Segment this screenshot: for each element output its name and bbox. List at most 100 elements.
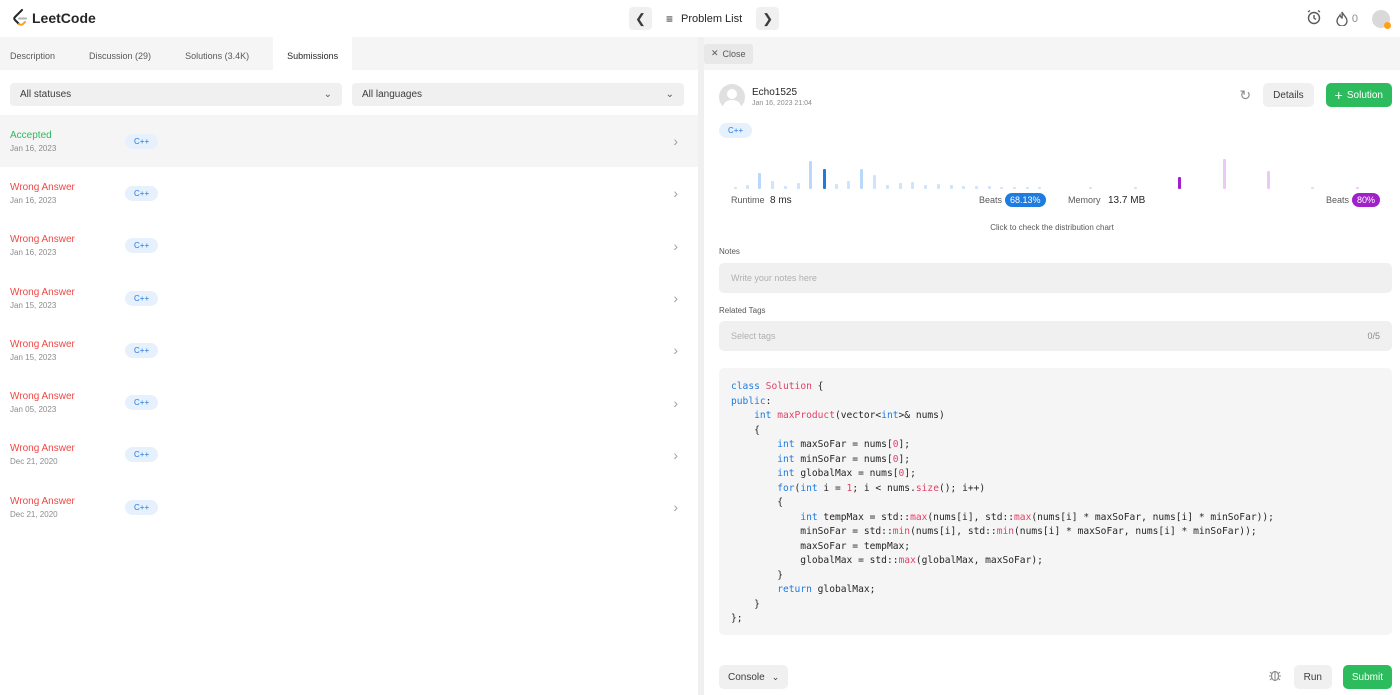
chevron-down-icon: ⌄ <box>771 671 780 682</box>
submission-status-cell: Wrong Answer Jan 05, 2023 <box>10 391 125 414</box>
details-button[interactable]: Details <box>1263 83 1314 107</box>
post-solution-button[interactable]: + Solution <box>1325 83 1392 107</box>
problem-tabs: Description Discussion (29) Solutions (3… <box>0 37 698 70</box>
submission-row[interactable]: Wrong Answer Jan 05, 2023 C++ › <box>0 376 698 428</box>
distribution-bar <box>873 175 876 189</box>
submission-language: C++ <box>125 185 159 201</box>
submission-language: C++ <box>125 499 159 515</box>
distribution-bar <box>734 187 737 189</box>
language-filter-value: All languages <box>362 89 423 100</box>
distribution-bar <box>847 181 850 189</box>
submission-row[interactable]: Accepted Jan 16, 2023 C++ › <box>0 115 698 168</box>
leetcode-logo-icon <box>13 9 27 26</box>
submission-status: Wrong Answer <box>10 234 75 246</box>
submission-status: Wrong Answer <box>10 443 75 455</box>
submission-status-cell: Wrong Answer Jan 16, 2023 <box>10 234 125 257</box>
console-toggle[interactable]: Console ⌄ <box>719 665 789 689</box>
author-avatar[interactable] <box>719 84 745 110</box>
code-line: int tempMax = std::max(nums[i], std::max… <box>800 511 1274 523</box>
chevron-down-icon: ⌄ <box>323 89 332 100</box>
distribution-bar <box>1013 187 1016 189</box>
distribution-bar <box>1178 177 1181 189</box>
streak-count: 0 <box>1351 12 1358 25</box>
distribution-bar <box>886 185 889 189</box>
distribution-bar <box>1267 171 1270 189</box>
submission-status: Accepted <box>10 129 52 141</box>
code-viewer[interactable]: class Solution {public: int maxProduct(v… <box>719 368 1392 635</box>
submission-filters: All statuses ⌄ All languages ⌄ <box>0 70 698 106</box>
code-line: minSoFar = std::min(nums[i], std::min(nu… <box>731 526 1257 537</box>
distribution-bar <box>1026 187 1029 189</box>
chevron-right-icon: › <box>673 185 678 202</box>
distribution-bar <box>911 182 914 189</box>
submission-row[interactable]: Wrong Answer Dec 21, 2020 C++ › <box>0 481 698 533</box>
submission-actions: ↻ Details + Solution <box>1239 83 1392 107</box>
runtime-label: Runtime <box>731 195 765 205</box>
language-filter-select[interactable]: All languages ⌄ <box>352 83 684 106</box>
distribution-chart[interactable] <box>734 155 1394 189</box>
submission-language: C++ <box>125 342 159 358</box>
submission-status-cell: Wrong Answer Dec 21, 2020 <box>10 496 125 519</box>
prev-problem-button[interactable]: ❮ <box>629 7 652 30</box>
submission-row[interactable]: Wrong Answer Jan 15, 2023 C++ › <box>0 324 698 376</box>
submission-language: C++ <box>125 133 159 149</box>
submission-status-cell: Wrong Answer Jan 15, 2023 <box>10 339 125 362</box>
code-line: return globalMax; <box>777 584 876 595</box>
code-line: } <box>731 569 783 581</box>
code-line: { <box>731 424 760 436</box>
submit-button[interactable]: Submit <box>1342 665 1392 689</box>
code-line: maxSoFar = tempMax; <box>731 540 911 552</box>
code-line: int maxSoFar = nums[0]; <box>777 439 911 450</box>
code-line: globalMax = std::max(globalMax, maxSoFar… <box>731 555 1043 566</box>
submission-language: C++ <box>125 290 159 306</box>
distribution-hint[interactable]: Click to check the distribution chart <box>704 223 1400 232</box>
next-problem-button[interactable]: ❯ <box>756 7 780 30</box>
tab-description[interactable]: Description <box>0 37 65 70</box>
distribution-bar <box>823 169 826 189</box>
submission-language: C++ <box>125 395 159 411</box>
submission-row[interactable]: Wrong Answer Jan 16, 2023 C++ › <box>0 167 698 219</box>
user-avatar[interactable] <box>1372 9 1391 29</box>
distribution-bar <box>950 185 953 189</box>
distribution-bar <box>1089 187 1092 189</box>
distribution-bar <box>899 183 902 189</box>
problem-list-label: Problem List <box>681 12 743 25</box>
distribution-bar <box>1223 159 1226 189</box>
chevron-right-icon: › <box>673 133 678 150</box>
distribution-bar <box>988 186 991 189</box>
close-detail-button[interactable]: ✕ Close <box>704 43 753 64</box>
tab-discussion[interactable]: Discussion (29) <box>79 37 161 70</box>
streak-counter[interactable]: 0 <box>1336 11 1358 26</box>
submission-row[interactable]: Wrong Answer Jan 16, 2023 C++ › <box>0 220 698 272</box>
run-button[interactable]: Run <box>1293 665 1332 689</box>
code-line: }; <box>731 613 743 624</box>
memory-beats-badge: 80% <box>1352 193 1381 207</box>
problem-list-button[interactable]: ≡ Problem List <box>660 12 748 26</box>
notes-input[interactable]: Write your notes here <box>719 263 1392 293</box>
status-filter-select[interactable]: All statuses ⌄ <box>10 83 342 106</box>
tags-input[interactable]: Select tags 0/5 <box>719 321 1392 351</box>
distribution-bar <box>860 169 863 189</box>
logo[interactable]: LeetCode <box>12 9 96 27</box>
code-line: class Solution { <box>731 381 824 392</box>
code-line: int minSoFar = nums[0]; <box>777 453 911 465</box>
plus-icon: + <box>1334 87 1343 103</box>
tab-submissions[interactable]: Submissions <box>273 37 353 70</box>
submission-list: Accepted Jan 16, 2023 C++ › Wrong Answer Jan … <box>0 115 698 533</box>
distribution-bar <box>809 161 812 189</box>
memory-value: 13.7 MB <box>1108 195 1146 206</box>
submission-status: Wrong Answer <box>10 181 75 193</box>
alarm-clock-icon[interactable] <box>1306 9 1322 28</box>
refresh-icon[interactable]: ↻ <box>1239 87 1251 104</box>
code-line: for(int i = 1; i < nums.size(); i++) <box>777 482 986 494</box>
memory-beats-label: Beats <box>1326 195 1350 205</box>
console-label: Console <box>728 671 765 683</box>
tab-solutions[interactable]: Solutions (3.4K) <box>175 37 259 70</box>
author-name[interactable]: Echo1525 <box>752 87 812 98</box>
bug-icon[interactable] <box>1268 668 1282 685</box>
submission-row[interactable]: Wrong Answer Dec 21, 2020 C++ › <box>0 429 698 481</box>
code-line: int maxProduct(vector<int>& nums) <box>754 410 945 421</box>
submission-row[interactable]: Wrong Answer Jan 15, 2023 C++ › <box>0 272 698 324</box>
distribution-bar <box>771 181 774 189</box>
chevron-right-icon: ❯ <box>762 10 774 26</box>
